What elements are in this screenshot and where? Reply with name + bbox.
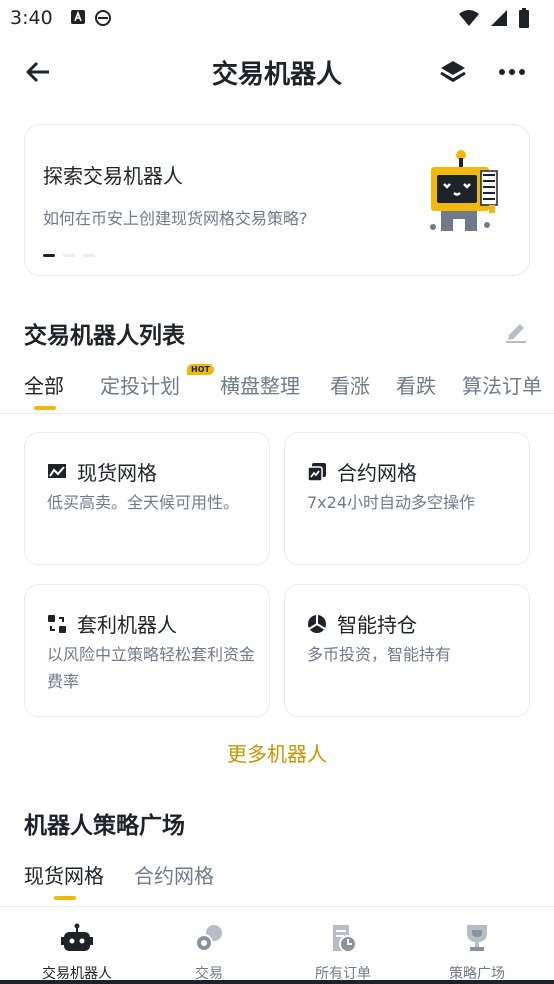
- home-indicator: [0, 980, 554, 984]
- page-title: 交易机器人: [211, 60, 342, 90]
- banner-subtitle: 如何在币安上创建现货网格交易策略?: [43, 209, 308, 228]
- tab-spot-grid[interactable]: 现货网格: [24, 860, 104, 889]
- tab-sideways[interactable]: 横盘整理: [220, 370, 300, 399]
- carousel-dot: [83, 254, 95, 257]
- active-tab-indicator: [54, 896, 76, 900]
- card-title: 智能持仓: [337, 613, 417, 637]
- bot-card-smart-portfolio[interactable]: 智能持仓 多币投资，智能持有: [284, 584, 530, 717]
- status-system-icons: [458, 8, 530, 28]
- spot-grid-icon: [48, 463, 66, 480]
- status-bar: 3:40: [0, 0, 554, 38]
- explore-banner[interactable]: 探索交易机器人 如何在币安上创建现货网格交易策略?: [24, 124, 530, 276]
- more-options-icon[interactable]: [498, 60, 526, 84]
- tabs-divider: [0, 413, 554, 414]
- trophy-icon: [467, 925, 487, 951]
- robot-icon: [61, 923, 93, 951]
- banner-title: 探索交易机器人: [43, 164, 183, 188]
- robot-illustration-icon: [430, 150, 498, 231]
- battery-icon: [519, 8, 529, 28]
- hot-badge: HOT: [187, 364, 214, 375]
- status-time: 3:40: [10, 7, 53, 29]
- tab-bullish[interactable]: 看涨: [330, 370, 370, 399]
- orders-icon: [333, 925, 357, 953]
- bot-card-arbitrage[interactable]: 套利机器人 以风险中立策略轻松套利资金费率: [24, 584, 270, 717]
- status-notifications: [70, 9, 112, 27]
- signal-icon: [491, 10, 507, 26]
- card-title: 合约网格: [337, 461, 417, 485]
- browser-e-icon: [95, 10, 111, 26]
- bot-list-title: 交易机器人列表: [24, 323, 185, 349]
- tab-futures-grid[interactable]: 合约网格: [134, 860, 214, 889]
- portfolio-icon: [308, 614, 326, 633]
- card-title: 现货网格: [77, 461, 157, 485]
- bottom-nav-trading-bots[interactable]: 交易机器人: [12, 923, 142, 983]
- strategy-square-title: 机器人策略广场: [24, 813, 185, 839]
- card-description: 低买高卖。全天候可用性。: [47, 493, 240, 512]
- bottom-navigation: 交易机器人 交易 所有订单 策略广场: [0, 906, 554, 984]
- card-description: 多币投资，智能持有: [307, 645, 452, 664]
- bottom-nav-strategy-square[interactable]: 策略广场: [412, 923, 542, 983]
- app-a-icon: [71, 10, 85, 24]
- card-description: 7x24小时自动多空操作: [307, 493, 476, 512]
- wifi-icon: [459, 10, 479, 26]
- card-description: 以风险中立策略轻松套利资金费率: [47, 645, 256, 691]
- bottom-nav-trade[interactable]: 交易: [144, 923, 274, 983]
- arbitrage-icon: [48, 614, 66, 633]
- tab-dca-plan[interactable]: 定投计划: [100, 370, 180, 399]
- carousel-dot: [63, 254, 75, 257]
- tab-algo-orders[interactable]: 算法订单: [462, 370, 542, 399]
- bot-card-futures-grid[interactable]: 合约网格 7x24小时自动多空操作: [284, 432, 530, 565]
- carousel-indicator: [43, 254, 95, 257]
- active-tab-indicator: [34, 406, 56, 410]
- bot-card-spot-grid[interactable]: 现货网格 低买高卖。全天候可用性。: [24, 432, 270, 565]
- trade-icon: [195, 925, 222, 952]
- card-title: 套利机器人: [77, 613, 177, 637]
- tab-all[interactable]: 全部: [24, 370, 64, 399]
- edit-icon[interactable]: [504, 320, 528, 344]
- carousel-dot-active: [43, 254, 55, 257]
- more-bots-link[interactable]: 更多机器人: [0, 738, 554, 767]
- navigation-bar: 交易机器人: [0, 38, 554, 106]
- bottom-nav-all-orders[interactable]: 所有订单: [278, 923, 408, 983]
- futures-grid-icon: [307, 462, 326, 482]
- layers-icon[interactable]: [438, 58, 468, 86]
- tab-bearish[interactable]: 看跌: [396, 370, 436, 399]
